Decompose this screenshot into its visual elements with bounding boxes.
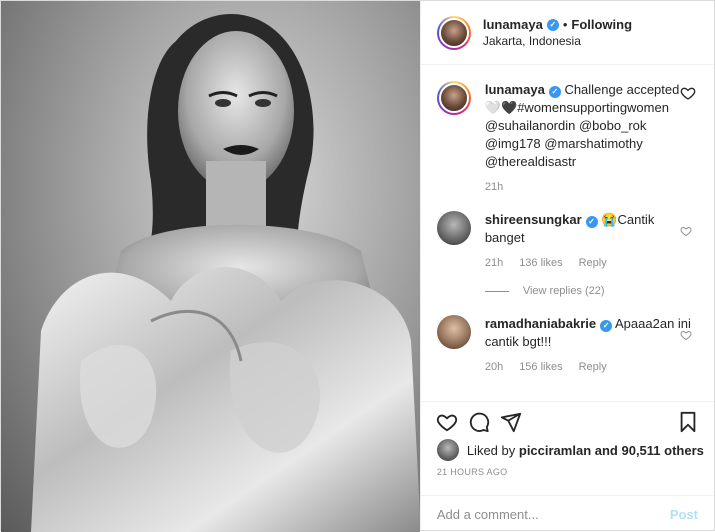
- reply-button[interactable]: Reply: [579, 257, 607, 269]
- comment-username[interactable]: shireensungkar: [485, 212, 582, 227]
- comments-list[interactable]: lunamaya ✓ Challenge accepted 🤍🖤#womensup…: [421, 65, 714, 395]
- comment-username[interactable]: ramadhaniabakrie: [485, 316, 596, 331]
- comment-icon: [469, 412, 489, 432]
- caption-avatar[interactable]: [436, 81, 471, 115]
- replies-divider: [484, 290, 509, 292]
- likes-prefix: Liked by: [466, 442, 516, 458]
- comment-avatar[interactable]: [436, 315, 471, 349]
- following-button[interactable]: Following: [571, 17, 632, 32]
- caption-time[interactable]: 21h: [485, 181, 503, 193]
- liker-username[interactable]: picciramlan: [519, 443, 591, 458]
- portrait-illustration: [31, 13, 420, 532]
- reply-button[interactable]: Reply: [579, 361, 607, 373]
- comment-avatar[interactable]: [436, 211, 471, 245]
- comment-item: shireensungkar ✓ 😭Cantik banget 21h 136 l…: [421, 211, 714, 269]
- action-bar: [420, 401, 714, 441]
- post-timestamp[interactable]: 21 HOURS AGO: [437, 467, 508, 477]
- share-button[interactable]: [495, 406, 527, 438]
- comment-button[interactable]: [463, 406, 495, 438]
- verified-badge-icon: ✓: [600, 320, 613, 332]
- heart-icon[interactable]: [680, 225, 692, 237]
- view-replies-button[interactable]: View replies (22): [484, 285, 714, 297]
- post-comment-button[interactable]: Post: [670, 507, 698, 522]
- caption-username[interactable]: lunamaya: [485, 82, 545, 97]
- post-header: lunamaya ✓ • Following Jakarta, Indonesi…: [420, 1, 714, 65]
- share-icon: [500, 412, 521, 432]
- view-replies-label: View replies (22): [522, 285, 605, 297]
- likes-others[interactable]: and 90,511 others: [595, 443, 704, 458]
- comment-likes[interactable]: 156 likes: [519, 361, 562, 373]
- author-avatar[interactable]: [436, 15, 471, 50]
- like-button[interactable]: [431, 406, 463, 438]
- add-comment-bar: Post: [420, 495, 714, 532]
- verified-badge-icon: ✓: [585, 216, 598, 228]
- instagram-post: lunamaya ✓ • Following Jakarta, Indonesi…: [0, 0, 715, 532]
- post-side-panel: lunamaya ✓ • Following Jakarta, Indonesi…: [419, 1, 714, 532]
- bookmark-icon: [680, 411, 696, 432]
- post-photo[interactable]: [1, 1, 420, 532]
- heart-icon[interactable]: [680, 329, 692, 341]
- verified-badge-icon: ✓: [548, 86, 561, 98]
- comment-time[interactable]: 20h: [485, 361, 503, 373]
- post-location[interactable]: Jakarta, Indonesia: [483, 34, 632, 48]
- save-button[interactable]: [672, 406, 704, 438]
- heart-icon: [436, 414, 457, 431]
- heart-icon[interactable]: [680, 85, 696, 101]
- likes-summary: Liked by picciramlan and 90,511 others: [436, 439, 704, 461]
- author-username[interactable]: lunamaya: [483, 17, 543, 32]
- liker-avatar[interactable]: [436, 439, 459, 461]
- caption-comment: lunamaya ✓ Challenge accepted 🤍🖤#womensup…: [421, 65, 714, 193]
- comment-item: ramadhaniabakrie ✓ Apaaa2an ini cantik bg…: [421, 315, 714, 373]
- comment-time[interactable]: 21h: [485, 257, 503, 269]
- comment-input[interactable]: [436, 506, 670, 522]
- comment-likes[interactable]: 136 likes: [519, 257, 562, 269]
- separator-dot: •: [562, 17, 568, 32]
- verified-badge-icon: ✓: [546, 18, 559, 31]
